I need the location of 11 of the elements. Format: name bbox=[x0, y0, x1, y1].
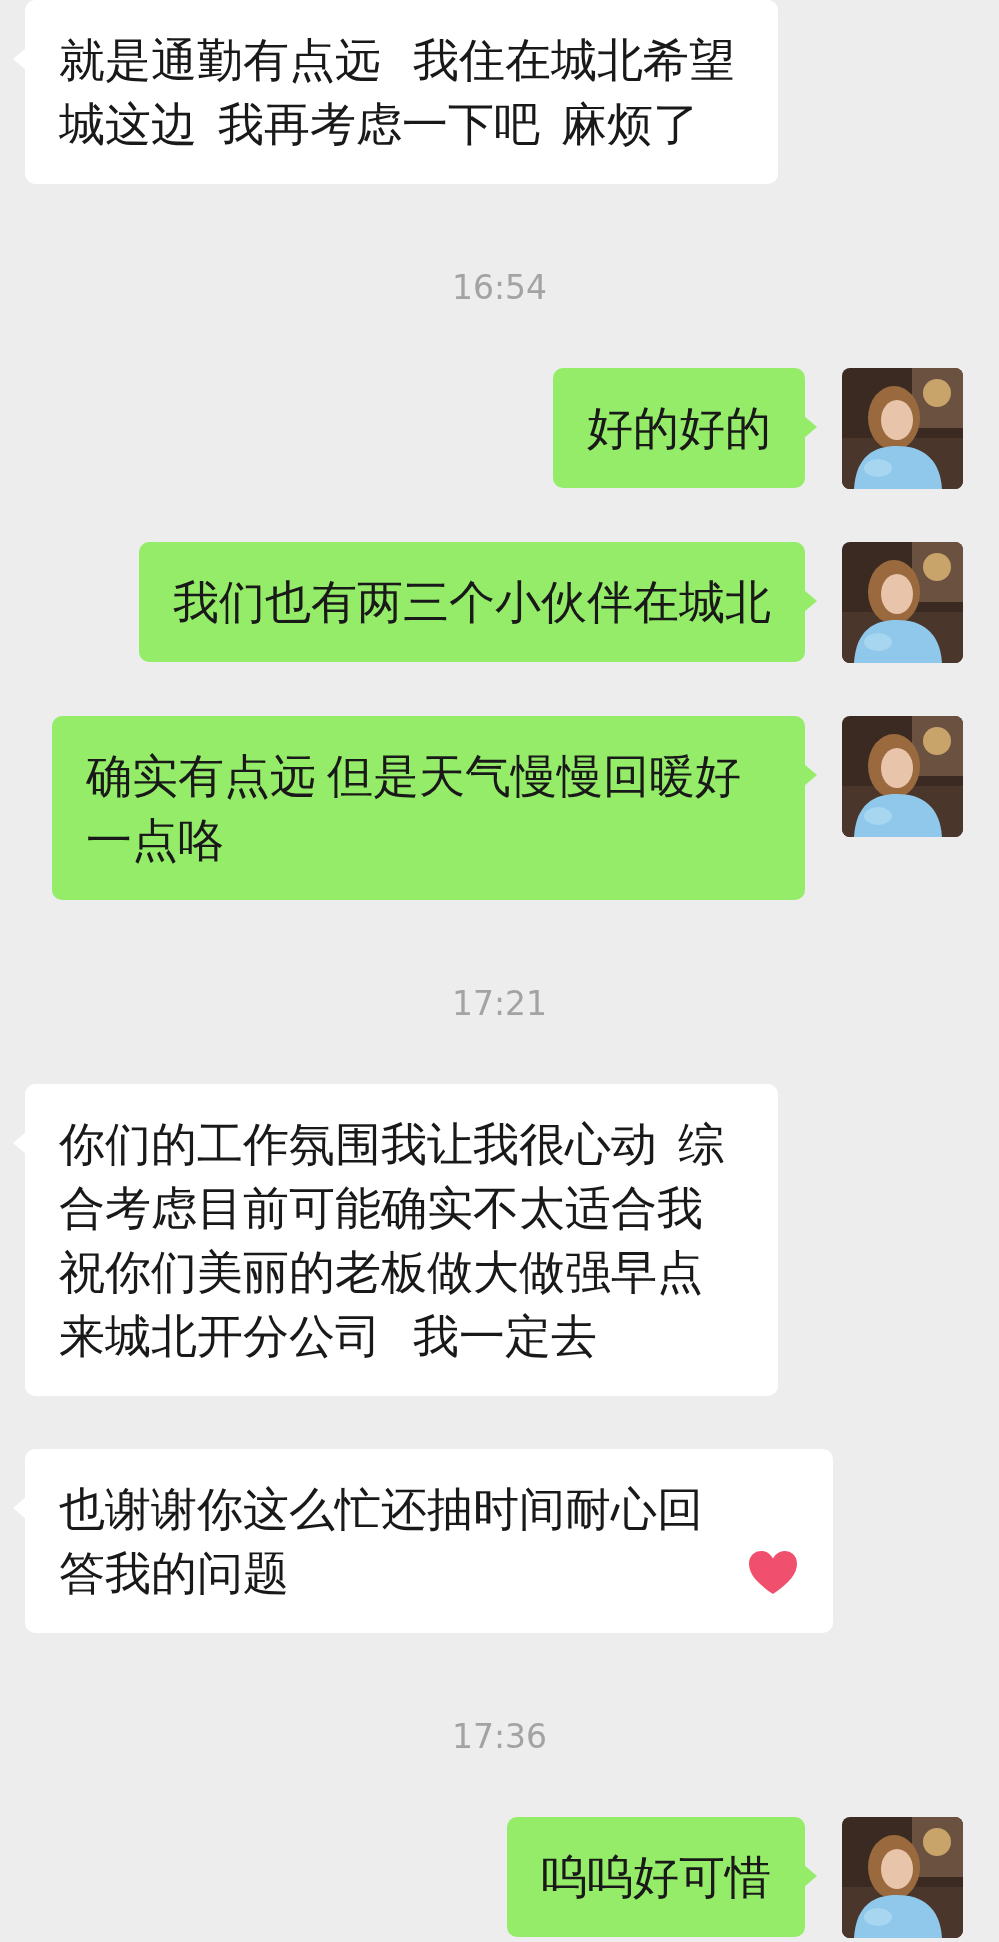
message-text: 你们的工作氛围我让我很心动 综合考虑目前可能确实不太适合我祝你们美丽的老板做大做强早点来城北开分公司 我一定去 bbox=[59, 1116, 726, 1365]
heart-icon bbox=[747, 1549, 799, 1597]
message-text: 确实有点远 但是天气慢慢回暖好一点咯 bbox=[86, 748, 742, 869]
timestamp: 17:36 bbox=[451, 1717, 548, 1757]
timestamp: 16:54 bbox=[451, 268, 548, 308]
message-text: 也谢谢你这么忙还抽时间耐心回答我的问题 bbox=[59, 1481, 704, 1602]
message-text: 好的好的 bbox=[587, 400, 771, 457]
message-text: 呜呜好可惜 bbox=[541, 1849, 771, 1906]
timestamp: 17:21 bbox=[451, 984, 548, 1024]
message-text: 我们也有两三个小伙伴在城北 bbox=[173, 574, 771, 631]
message-text: 就是通勤有点远 我住在城北希望城这边 我再考虑一下吧 麻烦了 bbox=[59, 32, 736, 153]
